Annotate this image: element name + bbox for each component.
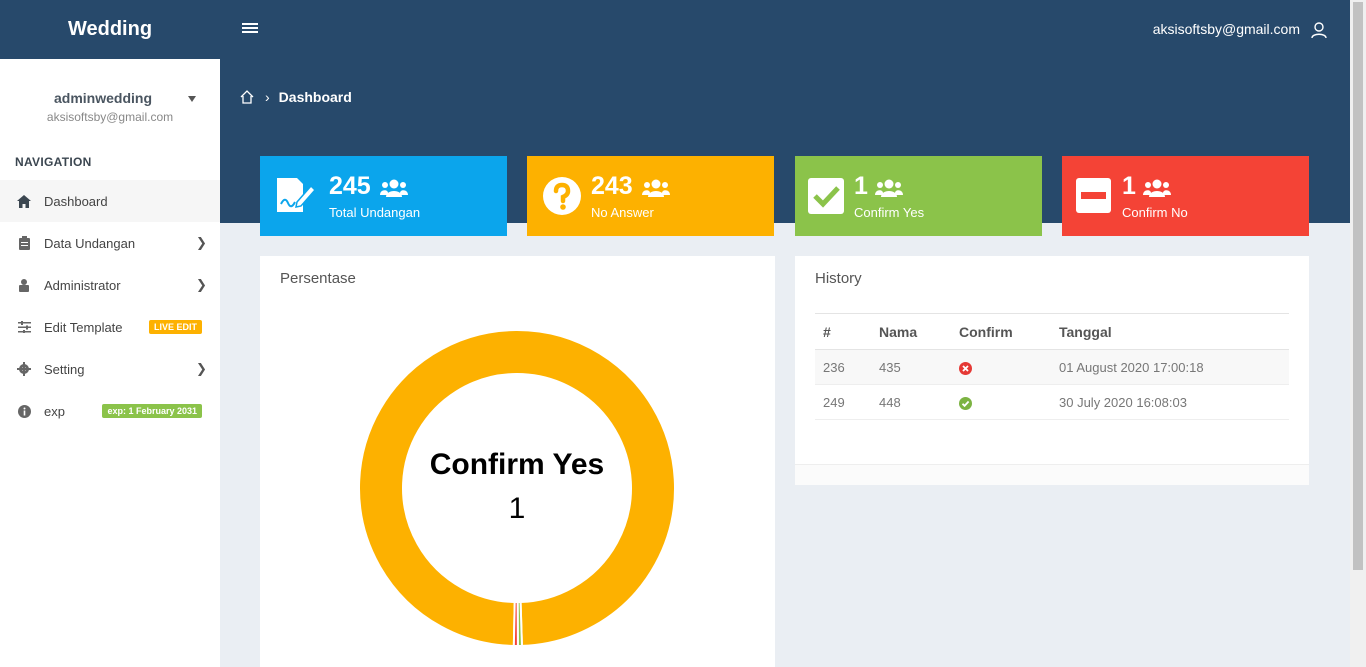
history-panel: History # Nama Confirm Tanggal 236 435 0… bbox=[795, 256, 1309, 485]
panel-footer bbox=[795, 464, 1309, 485]
user-icon[interactable] bbox=[1310, 21, 1328, 39]
persentase-panel: Persentase Confirm Yes 1 bbox=[260, 256, 775, 667]
sidebar-item-label: Dashboard bbox=[44, 193, 108, 209]
sidebar-item-label: exp bbox=[44, 403, 65, 419]
table-header-row: # Nama Confirm Tanggal bbox=[815, 313, 1289, 350]
stat-card-confirm-no[interactable]: 1 Confirm No bbox=[1062, 156, 1309, 236]
sidebar-item-administrator[interactable]: Administrator ❯ bbox=[0, 264, 220, 306]
sidebar-item-label: Administrator bbox=[44, 277, 121, 293]
donut-chart bbox=[358, 329, 676, 648]
cell-id: 236 bbox=[815, 349, 871, 385]
profile-name[interactable]: adminwedding bbox=[0, 90, 206, 106]
nav-title: NAVIGATION bbox=[15, 155, 92, 169]
user-email[interactable]: aksisoftsby@gmail.com bbox=[1153, 21, 1300, 37]
sidebar: adminwedding aksisoftsby@gmail.com NAVIG… bbox=[0, 59, 220, 667]
cell-tanggal: 30 July 2020 16:08:03 bbox=[1051, 384, 1289, 420]
table-row[interactable]: 249 448 30 July 2020 16:08:03 bbox=[815, 384, 1289, 420]
donut-slice-no-answer[interactable] bbox=[358, 329, 676, 647]
users-icon bbox=[1143, 179, 1171, 197]
sidebar-item-label: Edit Template bbox=[44, 319, 123, 335]
users-icon bbox=[875, 179, 903, 197]
home-icon bbox=[17, 194, 31, 208]
column-header[interactable]: # bbox=[815, 313, 871, 350]
panel-title: History bbox=[815, 270, 862, 287]
users-icon bbox=[642, 179, 670, 197]
sidebar-item-setting[interactable]: Setting ❯ bbox=[0, 348, 220, 390]
stat-label: No Answer bbox=[591, 205, 654, 220]
cell-nama: 435 bbox=[871, 349, 951, 385]
check-square-icon bbox=[808, 178, 844, 214]
stat-label: Confirm No bbox=[1122, 205, 1188, 220]
stat-value: 1 bbox=[854, 172, 868, 200]
column-header[interactable]: Confirm bbox=[951, 313, 1051, 350]
sidebar-item-label: Setting bbox=[44, 361, 85, 377]
history-table: # Nama Confirm Tanggal 236 435 01 August… bbox=[815, 313, 1289, 420]
column-header[interactable]: Tanggal bbox=[1051, 313, 1289, 350]
breadcrumb-current: Dashboard bbox=[278, 89, 352, 105]
stat-value: 245 bbox=[329, 172, 371, 200]
cell-nama: 448 bbox=[871, 384, 951, 420]
info-icon bbox=[17, 404, 31, 418]
stat-label: Total Undangan bbox=[329, 205, 421, 220]
minus-square-icon bbox=[1076, 178, 1111, 213]
sidebar-item-data-undangan[interactable]: Data Undangan ❯ bbox=[0, 222, 220, 264]
page-scrollbar[interactable] bbox=[1350, 0, 1366, 667]
live-edit-badge: LIVE EDIT bbox=[148, 320, 202, 334]
home-icon[interactable] bbox=[240, 90, 254, 104]
sidebar-item-exp[interactable]: exp exp: 1 February 2031 bbox=[0, 390, 220, 432]
signature-icon bbox=[277, 178, 315, 212]
scrollbar-thumb[interactable] bbox=[1353, 2, 1363, 570]
top-navbar: Wedding aksisoftsby@gmail.com bbox=[0, 0, 1350, 59]
sidebar-item-label: Data Undangan bbox=[44, 235, 136, 251]
user-lock-icon bbox=[17, 278, 31, 292]
brand-logo[interactable]: Wedding bbox=[0, 0, 220, 59]
gear-icon bbox=[17, 362, 31, 376]
times-circle-icon bbox=[959, 361, 972, 375]
sidebar-item-dashboard[interactable]: Dashboard bbox=[0, 180, 220, 222]
sidebar-item-edit-template[interactable]: Edit Template LIVE EDIT bbox=[0, 306, 220, 348]
cell-confirm bbox=[951, 349, 1051, 385]
donut-center-label: Confirm Yes bbox=[429, 448, 605, 481]
question-icon bbox=[543, 177, 581, 215]
check-circle-icon bbox=[959, 396, 972, 410]
caret-down-icon[interactable] bbox=[188, 96, 196, 102]
panel-title: Persentase bbox=[280, 270, 356, 287]
cell-confirm bbox=[951, 384, 1051, 420]
stat-value: 243 bbox=[591, 172, 633, 200]
stat-card-confirm-yes[interactable]: 1 Confirm Yes bbox=[795, 156, 1042, 236]
breadcrumb: › Dashboard bbox=[240, 89, 352, 105]
stat-card-no-answer[interactable]: 243 No Answer bbox=[527, 156, 774, 236]
cell-id: 249 bbox=[815, 384, 871, 420]
donut-center-value: 1 bbox=[508, 492, 526, 525]
chevron-right-icon: ❯ bbox=[196, 235, 207, 250]
table-row[interactable]: 236 435 01 August 2020 17:00:18 bbox=[815, 349, 1289, 385]
expiry-badge: exp: 1 February 2031 bbox=[102, 404, 202, 418]
cell-tanggal: 01 August 2020 17:00:18 bbox=[1051, 349, 1289, 385]
chevron-right-icon: ❯ bbox=[196, 361, 207, 376]
profile-email: aksisoftsby@gmail.com bbox=[46, 110, 174, 124]
donut-slice-confirm-no[interactable] bbox=[512, 600, 519, 647]
clipboard-icon bbox=[17, 236, 31, 250]
column-header[interactable]: Nama bbox=[871, 313, 951, 350]
stat-value: 1 bbox=[1122, 172, 1136, 200]
stat-card-total-undangan[interactable]: 245 Total Undangan bbox=[260, 156, 507, 236]
chevron-right-icon: › bbox=[265, 89, 270, 105]
chevron-right-icon: ❯ bbox=[196, 277, 207, 292]
menu-toggle-icon[interactable] bbox=[242, 23, 258, 37]
stat-label: Confirm Yes bbox=[854, 205, 925, 220]
users-icon bbox=[380, 179, 408, 197]
sliders-icon bbox=[17, 320, 31, 334]
